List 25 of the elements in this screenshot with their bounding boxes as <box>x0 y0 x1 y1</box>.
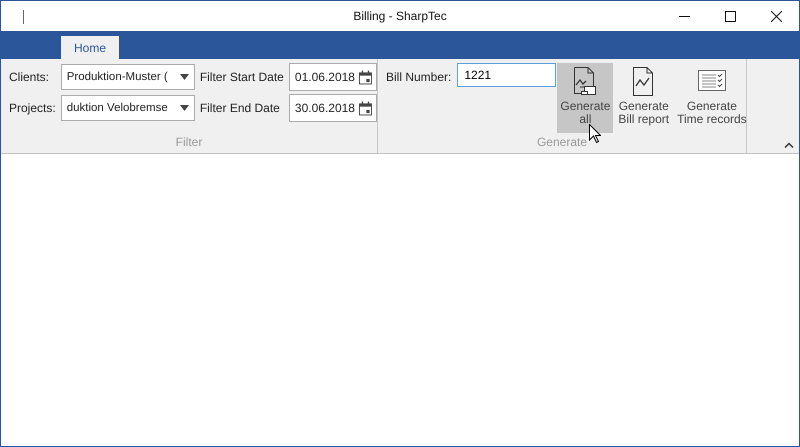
bill-number-field[interactable]: 1221 <box>457 63 556 87</box>
date-field[interactable]: 01.06.2018 <box>288 63 377 91</box>
mouse-cursor-icon <box>589 124 601 143</box>
field-label: Clients: <box>9 70 50 84</box>
maximize-icon <box>724 10 736 22</box>
window-title: Billing - SharpTec <box>353 9 447 23</box>
group-label: Generate <box>536 135 588 149</box>
collapse-caret-icon <box>784 142 794 148</box>
field-label: Filter Start Date <box>200 70 284 84</box>
dropdown-field[interactable]: Produktion-Muster ( <box>60 64 195 90</box>
date-field[interactable]: 30.06.2018 <box>288 94 377 122</box>
close-icon <box>770 10 782 22</box>
dropdown-field[interactable]: duktion Velobremse <box>60 95 195 121</box>
generate-button[interactable]: Generate Time records <box>674 63 750 133</box>
field-label: Projects: <box>9 101 56 115</box>
calendar-icon <box>358 70 372 84</box>
dropdown-arrow-icon <box>180 74 189 80</box>
dropdown-arrow-icon <box>180 105 189 111</box>
calendar-icon <box>358 100 372 116</box>
generate-button[interactable]: Generate Bill report <box>615 63 672 133</box>
ribbon-tab[interactable]: Home <box>61 36 120 59</box>
group-label: Filter <box>176 135 202 149</box>
field-label: Bill Number: <box>386 70 452 84</box>
field-label: Filter End Date <box>200 101 281 115</box>
generate-button[interactable]: Generate all <box>557 63 614 133</box>
